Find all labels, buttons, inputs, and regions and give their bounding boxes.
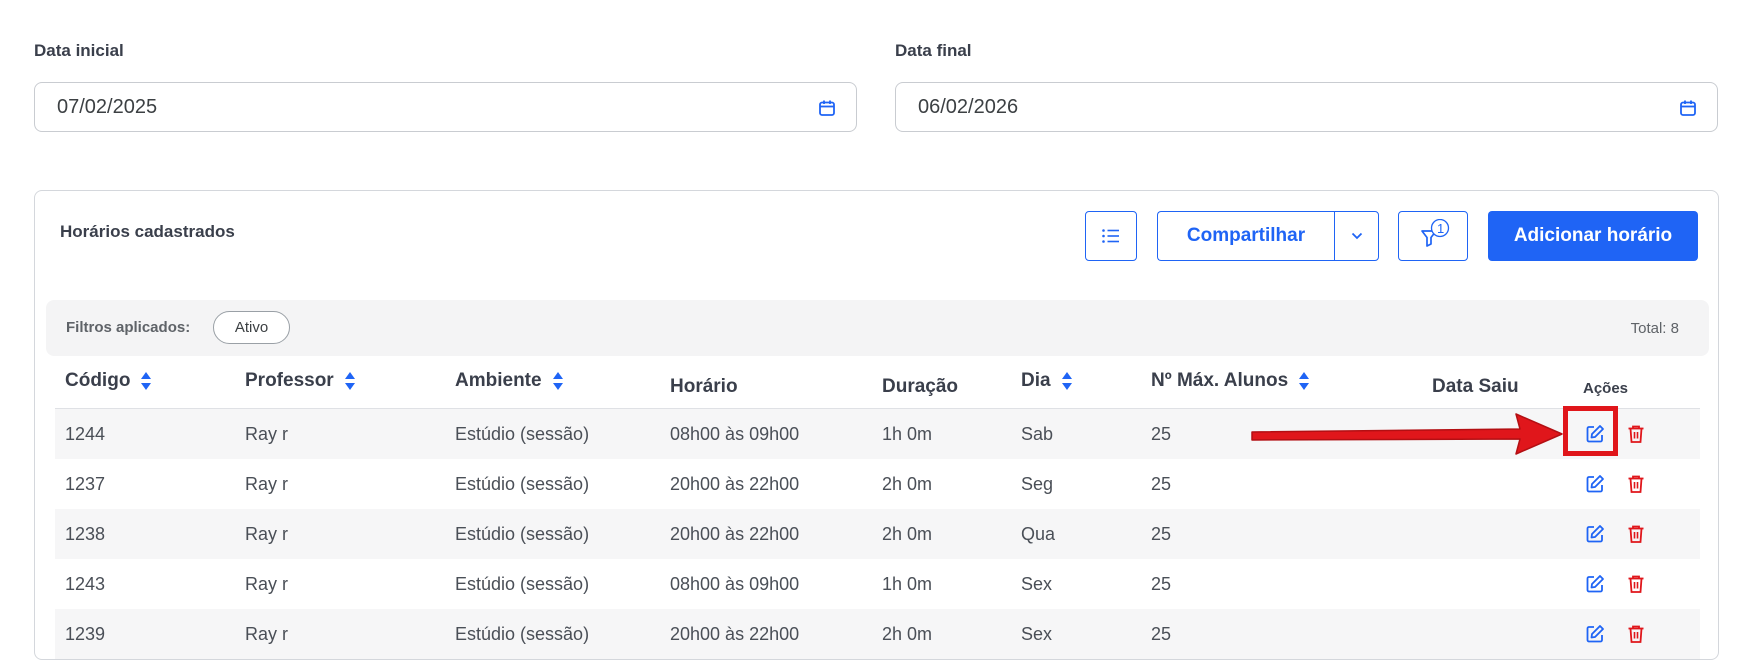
calendar-icon[interactable] xyxy=(1679,99,1697,117)
cell-horario: 20h00 às 22h00 xyxy=(670,474,800,494)
share-button[interactable]: Compartilhar xyxy=(1157,211,1334,261)
column-label: Nº Máx. Alunos xyxy=(1151,370,1289,391)
sort-icon[interactable] xyxy=(552,371,564,391)
edit-icon[interactable] xyxy=(1585,524,1605,544)
column-header-acoes: Ações xyxy=(1583,380,1629,397)
card-title: Horários cadastrados xyxy=(60,222,235,241)
column-header-professor[interactable]: Professor xyxy=(245,370,356,392)
applied-filters-label: Filtros aplicados: xyxy=(66,319,191,336)
start-date-label: Data inicial xyxy=(34,41,124,60)
cell-max-alunos: 25 xyxy=(1151,574,1172,594)
cell-max-alunos: 25 xyxy=(1151,424,1172,444)
cell-duracao: 1h 0m xyxy=(882,424,933,444)
column-label: Código xyxy=(65,370,131,391)
arrow-annotation xyxy=(1251,413,1563,455)
cell-dia: Sab xyxy=(1021,424,1054,444)
applied-filters-bar: Filtros aplicados: Ativo Total: 8 xyxy=(46,300,1709,356)
cell-max-alunos: 25 xyxy=(1151,524,1172,544)
column-header-codigo[interactable]: Código xyxy=(65,370,152,392)
cell-dia: Sex xyxy=(1021,624,1053,644)
cell-horario: 08h00 às 09h00 xyxy=(670,574,800,594)
column-label: Ambiente xyxy=(455,370,542,391)
table-row: 1237 Ray r Estúdio (sessão) 20h00 às 22h… xyxy=(55,459,1700,509)
cell-dia: Sex xyxy=(1021,574,1053,594)
cell-ambiente: Estúdio (sessão) xyxy=(455,574,590,594)
cell-dia: Qua xyxy=(1021,524,1056,544)
edit-highlight-box xyxy=(1563,406,1618,456)
list-icon xyxy=(1102,229,1119,243)
cell-professor: Ray r xyxy=(245,474,289,494)
total-count: Total: 8 xyxy=(1630,320,1679,337)
cell-duracao: 2h 0m xyxy=(882,624,933,644)
cell-codigo: 1243 xyxy=(65,574,106,594)
cell-ambiente: Estúdio (sessão) xyxy=(455,474,590,494)
filter-icon xyxy=(1421,219,1450,247)
share-label: Compartilhar xyxy=(1186,225,1306,246)
cell-ambiente: Estúdio (sessão) xyxy=(455,624,590,644)
cell-duracao: 1h 0m xyxy=(882,574,933,594)
cell-professor: Ray r xyxy=(245,624,289,644)
cell-ambiente: Estúdio (sessão) xyxy=(455,524,590,544)
trash-icon[interactable] xyxy=(1626,624,1646,644)
cell-codigo: 1239 xyxy=(65,624,106,644)
cell-codigo: 1238 xyxy=(65,524,106,544)
table-row: 1243 Ray r Estúdio (sessão) 08h00 às 09h… xyxy=(55,559,1700,609)
column-header-horario: Horário xyxy=(670,376,738,397)
cell-max-alunos: 25 xyxy=(1151,474,1172,494)
cell-duracao: 2h 0m xyxy=(882,474,933,494)
list-view-button[interactable] xyxy=(1085,211,1137,261)
sort-icon[interactable] xyxy=(1298,371,1310,391)
cell-codigo: 1244 xyxy=(65,424,106,444)
chevron-down-icon xyxy=(1351,232,1362,240)
add-schedule-button[interactable]: Adicionar horário xyxy=(1488,211,1698,261)
cell-max-alunos: 25 xyxy=(1151,624,1172,644)
table-row: 1238 Ray r Estúdio (sessão) 20h00 às 22h… xyxy=(55,509,1700,559)
filter-chip-label: Ativo xyxy=(234,319,269,336)
cell-ambiente: Estúdio (sessão) xyxy=(455,424,590,444)
trash-icon[interactable] xyxy=(1626,574,1646,594)
cell-horario: 20h00 às 22h00 xyxy=(670,524,800,544)
cell-horario: 20h00 às 22h00 xyxy=(670,624,800,644)
edit-icon[interactable] xyxy=(1585,574,1605,594)
filter-chip-ativo[interactable]: Ativo xyxy=(213,311,290,344)
column-label: Professor xyxy=(245,370,334,391)
column-header-data-saiu: Data Saiu xyxy=(1432,376,1519,397)
cell-dia: Seg xyxy=(1021,474,1054,494)
column-header-ambiente[interactable]: Ambiente xyxy=(455,370,564,392)
cell-professor: Ray r xyxy=(245,424,289,444)
column-header-max-alunos[interactable]: Nº Máx. Alunos xyxy=(1151,370,1310,392)
sort-icon[interactable] xyxy=(140,371,152,391)
filter-count-badge: 1 xyxy=(1437,221,1445,236)
cell-professor: Ray r xyxy=(245,524,289,544)
trash-icon[interactable] xyxy=(1626,424,1646,444)
sort-icon[interactable] xyxy=(344,371,356,391)
start-date-input[interactable]: 07/02/2025 xyxy=(34,82,857,132)
cell-horario: 08h00 às 09h00 xyxy=(670,424,800,444)
column-label: Dia xyxy=(1021,370,1051,391)
edit-icon[interactable] xyxy=(1585,624,1605,644)
edit-icon[interactable] xyxy=(1585,474,1605,494)
cell-duracao: 2h 0m xyxy=(882,524,933,544)
share-dropdown-button[interactable] xyxy=(1334,211,1379,261)
column-header-dia[interactable]: Dia xyxy=(1021,370,1073,392)
end-date-input[interactable]: 06/02/2026 xyxy=(895,82,1718,132)
table-row: 1239 Ray r Estúdio (sessão) 20h00 às 22h… xyxy=(55,609,1700,659)
trash-icon[interactable] xyxy=(1626,524,1646,544)
cell-codigo: 1237 xyxy=(65,474,106,494)
column-header-duracao: Duração xyxy=(882,376,959,397)
filter-button[interactable]: 1 xyxy=(1398,211,1468,261)
start-date-value: 07/02/2025 xyxy=(57,95,158,118)
cell-professor: Ray r xyxy=(245,574,289,594)
trash-icon[interactable] xyxy=(1626,474,1646,494)
add-schedule-label: Adicionar horário xyxy=(1513,225,1673,246)
calendar-icon[interactable] xyxy=(818,99,836,117)
sort-icon[interactable] xyxy=(1061,371,1073,391)
end-date-value: 06/02/2026 xyxy=(918,95,1019,118)
end-date-label: Data final xyxy=(895,41,972,60)
